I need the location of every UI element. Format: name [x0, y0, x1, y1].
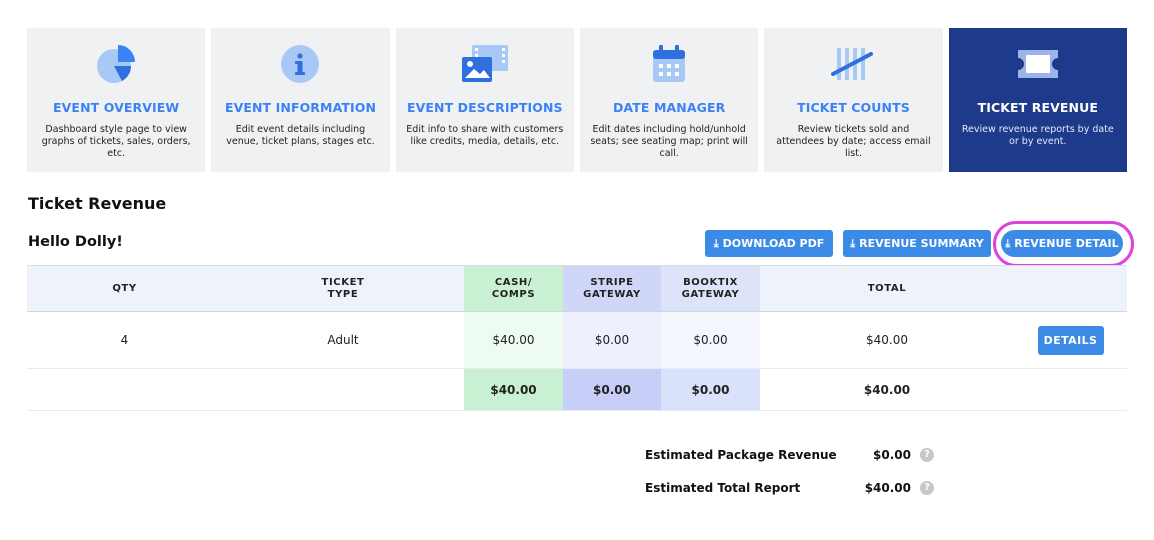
table-header-row: QTY TICKET TYPE CASH/ COMPS STRIPE GATEW…: [27, 265, 1127, 312]
revenue-detail-button[interactable]: ⤓ REVENUE DETAIL: [1001, 230, 1123, 257]
header-booktix-line1: BOOKTIX: [683, 276, 738, 288]
nav-card-description: Dashboard style page to view graphs of t…: [41, 124, 191, 159]
totals-total: $40.00: [863, 382, 911, 397]
header-cash-comps: CASH/ COMPS: [464, 266, 563, 311]
package-revenue-row: Estimated Package Revenue $0.00 ?: [645, 438, 945, 471]
package-revenue-value: $0.00: [873, 447, 911, 462]
download-icon: ⤓: [1005, 236, 1011, 250]
header-ticket-type-line1: TICKET: [321, 276, 365, 288]
header-total: TOTAL: [867, 282, 907, 294]
total-report-value: $40.00: [864, 480, 911, 495]
table-totals-row: $40.00 $0.00 $0.00 $40.00: [27, 369, 1127, 411]
cell-action: DETAILS: [1014, 312, 1127, 368]
help-icon[interactable]: ?: [920, 480, 934, 495]
cell-cash: $40.00: [464, 312, 563, 368]
cell-total: $40.00: [866, 333, 908, 347]
info-icon: [217, 38, 383, 90]
nav-card-title: EVENT DESCRIPTIONS: [406, 100, 563, 115]
header-booktix-gateway: BOOKTIX GATEWAY: [661, 266, 760, 311]
nav-card-ticket-revenue[interactable]: TICKET REVENUE Review revenue reports by…: [948, 28, 1127, 172]
header-stripe-line1: STRIPE: [590, 276, 634, 288]
nav-card-description: Review tickets sold and attendees by dat…: [776, 124, 931, 159]
revenue-summary-block: Estimated Package Revenue $0.00 ? Estima…: [645, 438, 945, 504]
cell-stripe: $0.00: [563, 312, 661, 368]
ticket-icon: [955, 38, 1121, 90]
totals-booktix: $0.00: [661, 369, 760, 410]
totals-cash: $40.00: [464, 369, 563, 410]
nav-card-title: TICKET REVENUE: [977, 100, 1098, 115]
nav-card-description: Review revenue reports by date or by eve…: [961, 124, 1114, 147]
package-revenue-label: Estimated Package Revenue: [645, 447, 837, 462]
header-ticket-type: TICKET TYPE: [222, 266, 464, 311]
nav-card-description: Edit info to share with customers like c…: [406, 124, 564, 147]
revenue-summary-button[interactable]: ⤓ REVENUE SUMMARY: [843, 230, 991, 257]
header-cash-line2: COMPS: [491, 288, 536, 300]
download-pdf-button[interactable]: ⤓ DOWNLOAD PDF: [705, 230, 833, 257]
nav-card-title: EVENT OVERVIEW: [53, 100, 180, 115]
nav-card-event-information[interactable]: EVENT INFORMATION Edit event details inc…: [211, 28, 390, 172]
total-report-label: Estimated Total Report: [645, 480, 801, 495]
details-button[interactable]: DETAILS: [1037, 325, 1104, 355]
header-action: [1014, 266, 1127, 311]
total-report-row: Estimated Total Report $40.00 ?: [645, 471, 945, 504]
cell-booktix: $0.00: [661, 312, 760, 368]
media-gallery-icon: [402, 38, 568, 90]
nav-card-title: DATE MANAGER: [612, 100, 726, 115]
help-icon[interactable]: ?: [920, 447, 934, 462]
event-name: Hello Dolly!: [28, 234, 123, 250]
header-stripe-line2: GATEWAY: [583, 288, 641, 300]
revenue-detail-label: REVENUE DETAIL: [1014, 237, 1119, 250]
totals-action: [1014, 369, 1127, 410]
header-stripe-gateway: STRIPE GATEWAY: [563, 266, 661, 311]
nav-card-description: Edit event details including venue, tick…: [226, 124, 375, 147]
header-ticket-type-line2: TYPE: [327, 288, 359, 300]
download-icon: ⤓: [850, 236, 856, 250]
page-title: Ticket Revenue: [28, 194, 167, 213]
header-cash-line1: CASH/: [494, 276, 533, 288]
nav-card-title: EVENT INFORMATION: [224, 100, 377, 115]
download-pdf-label: DOWNLOAD PDF: [722, 237, 825, 250]
header-booktix-line2: GATEWAY: [681, 288, 740, 300]
revenue-summary-label: REVENUE SUMMARY: [859, 237, 984, 250]
event-nav-cards: EVENT OVERVIEW Dashboard style page to v…: [27, 28, 1127, 172]
header-qty: QTY: [112, 282, 137, 294]
tally-marks-icon: [770, 38, 936, 90]
totals-qty: [27, 369, 222, 410]
nav-card-ticket-counts[interactable]: TICKET COUNTS Review tickets sold and at…: [764, 28, 943, 172]
pie-chart-icon: [33, 38, 199, 90]
cell-ticket-type: Adult: [327, 333, 359, 347]
cell-qty: 4: [120, 333, 129, 347]
revenue-table: QTY TICKET TYPE CASH/ COMPS STRIPE GATEW…: [27, 265, 1127, 411]
totals-ticket-type: [222, 369, 464, 410]
totals-stripe: $0.00: [563, 369, 661, 410]
calendar-icon: [586, 38, 752, 90]
nav-card-title: TICKET COUNTS: [797, 100, 910, 115]
nav-card-date-manager[interactable]: DATE MANAGER Edit dates including hold/u…: [579, 28, 759, 172]
nav-card-event-descriptions[interactable]: EVENT DESCRIPTIONS Edit info to share wi…: [395, 28, 574, 172]
download-icon: ⤓: [713, 236, 719, 250]
table-row: 4 Adult $40.00 $0.00 $0.00 $40.00 DETAIL…: [27, 312, 1127, 369]
nav-card-event-overview[interactable]: EVENT OVERVIEW Dashboard style page to v…: [27, 28, 206, 172]
nav-card-description: Edit dates including hold/unhold seats; …: [590, 124, 748, 159]
